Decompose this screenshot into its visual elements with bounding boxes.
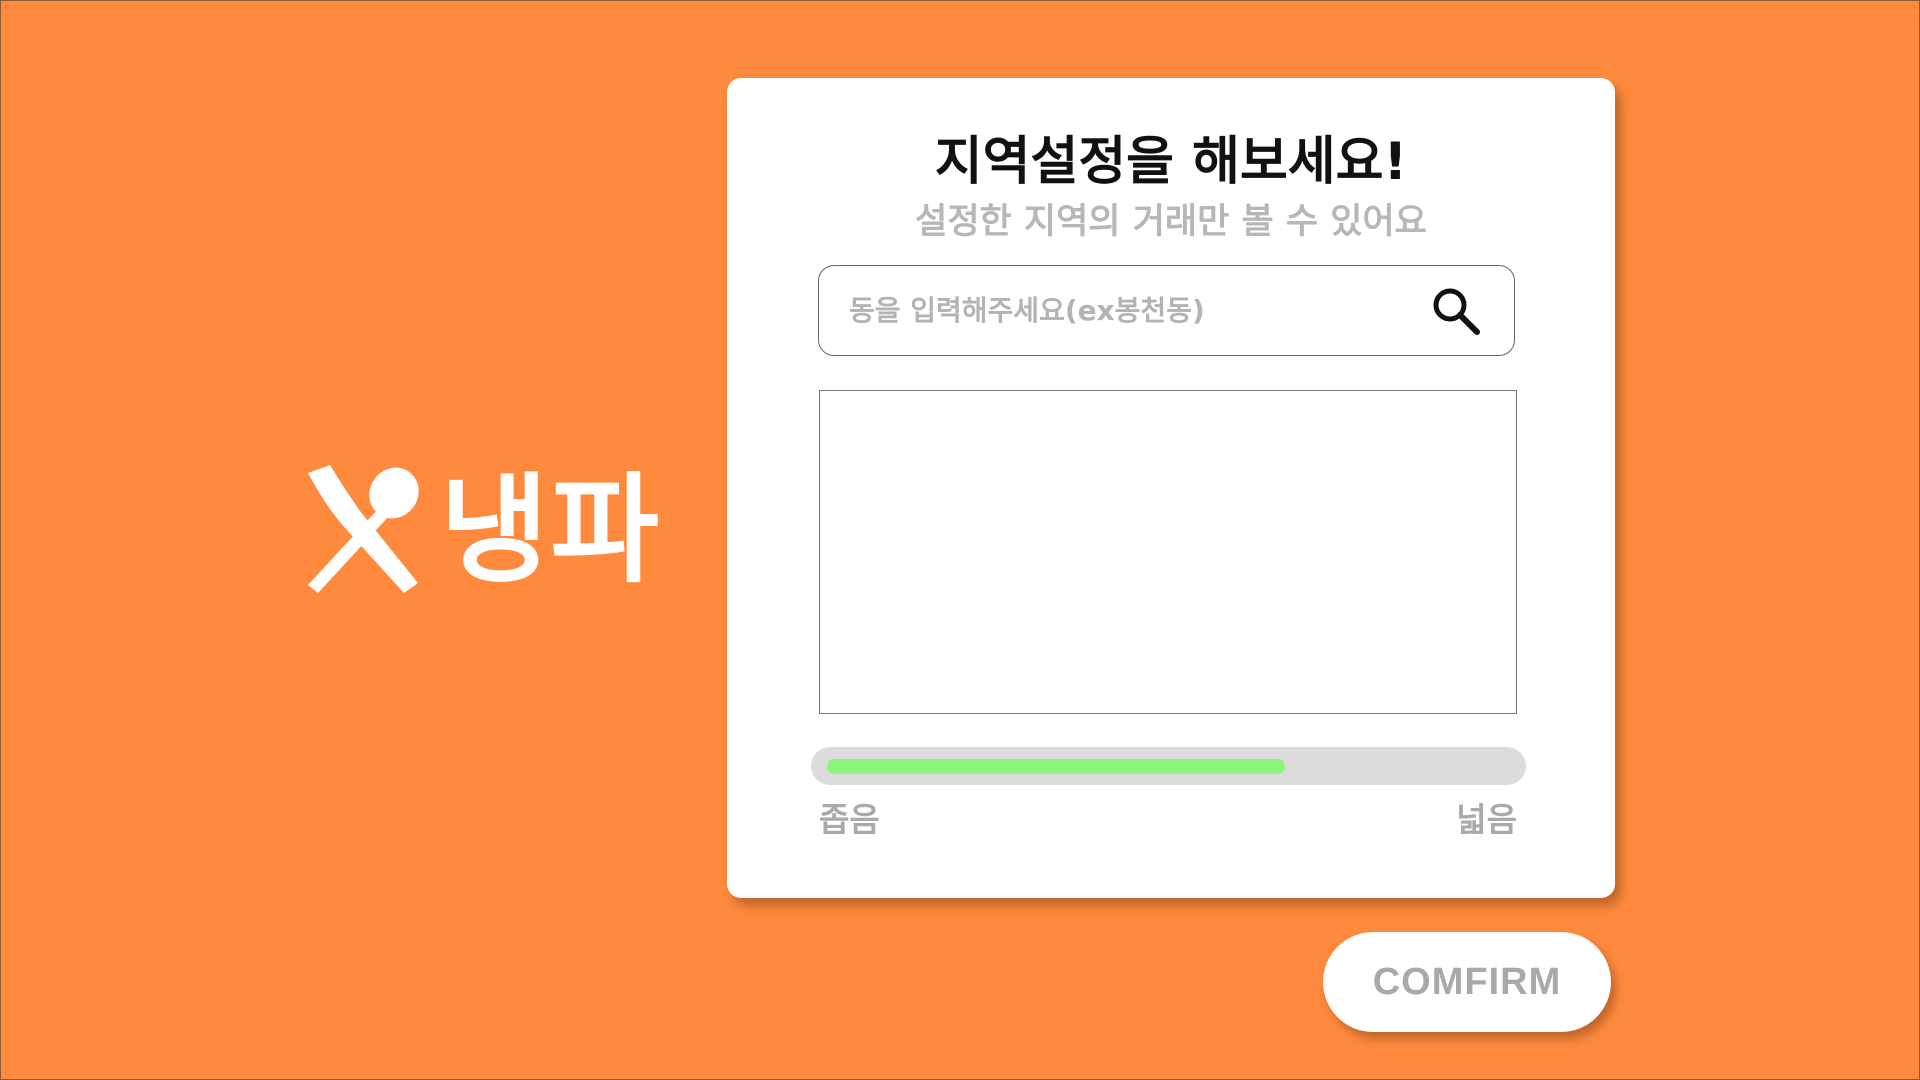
fork-spoon-icon (308, 465, 419, 593)
range-min-label: 좁음 (819, 800, 880, 839)
brand-logo: 냉파 (300, 455, 700, 605)
card-subtitle: 설정한 지역의 거래만 볼 수 있어요 (915, 202, 1427, 242)
dong-search-input[interactable] (847, 279, 1428, 342)
range-max-label: 넓음 (1456, 800, 1517, 839)
search-box (818, 265, 1515, 356)
search-results-list[interactable] (819, 390, 1517, 714)
confirm-button[interactable]: COMFIRM (1323, 932, 1611, 1032)
brand-name: 냉파 (440, 461, 662, 599)
card-title: 지역설정을 해보세요! (934, 132, 1408, 192)
range-slider[interactable] (811, 747, 1526, 785)
region-setting-card: 지역설정을 해보세요! 설정한 지역의 거래만 볼 수 있어요 좁음 넓음 (727, 78, 1615, 898)
range-slider-fill[interactable] (827, 759, 1285, 774)
search-icon[interactable] (1428, 283, 1484, 339)
